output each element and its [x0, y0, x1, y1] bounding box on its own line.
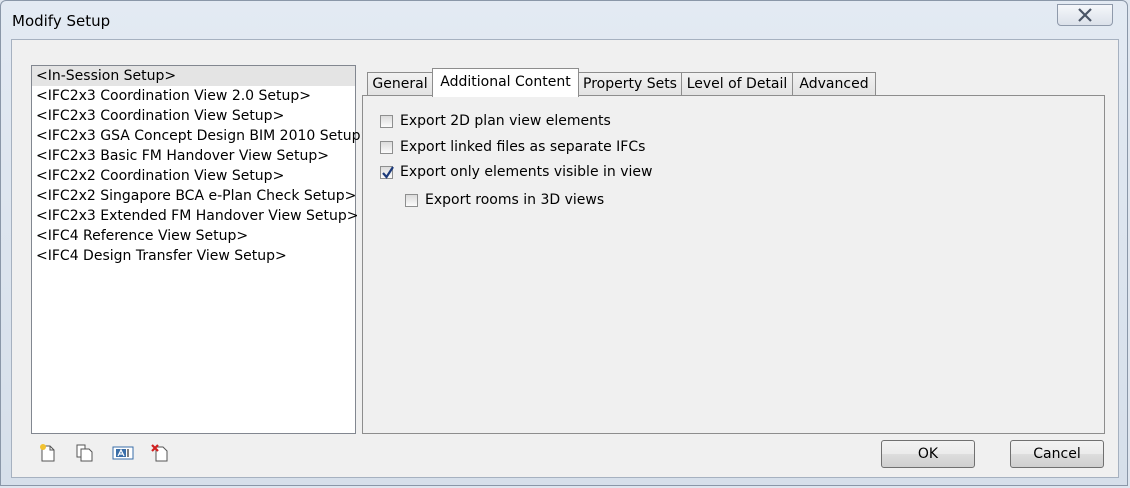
setup-list-item[interactable]: <IFC2x3 Extended FM Handover View Setup> — [32, 206, 358, 226]
setup-list-item[interactable]: <IFC2x3 GSA Concept Design BIM 2010 Setu… — [32, 126, 372, 146]
ok-button[interactable]: OK — [881, 440, 975, 468]
close-button[interactable] — [1057, 4, 1113, 26]
checkbox[interactable] — [380, 114, 393, 128]
new-setup-icon[interactable] — [38, 443, 58, 463]
title-bar: Modify Setup — [1, 1, 1127, 39]
tab-additional-content[interactable]: Additional Content — [432, 68, 579, 97]
duplicate-setup-icon[interactable] — [74, 443, 94, 463]
option-label: Export rooms in 3D views — [425, 192, 605, 208]
option-export-rooms-3d[interactable]: Export rooms in 3D views — [405, 190, 604, 210]
dialog-body: <In-Session Setup> <IFC2x3 Coordination … — [11, 39, 1119, 478]
option-label: Export only elements visible in view — [400, 164, 653, 180]
window-title: Modify Setup — [12, 12, 111, 30]
checkbox-checked[interactable] — [380, 165, 394, 179]
option-export-2d-plan[interactable]: Export 2D plan view elements — [380, 111, 611, 131]
option-export-linked-files[interactable]: Export linked files as separate IFCs — [380, 137, 645, 157]
option-label: Export 2D plan view elements — [400, 113, 611, 129]
tab-property-sets[interactable]: Property Sets — [578, 72, 682, 96]
delete-setup-icon[interactable] — [150, 443, 170, 463]
tab-general[interactable]: General — [367, 72, 433, 96]
cancel-button[interactable]: Cancel — [1010, 440, 1104, 468]
setup-list-item[interactable]: <IFC2x3 Coordination View Setup> — [32, 106, 355, 126]
setup-list-item[interactable]: <IFC4 Reference View Setup> — [32, 226, 355, 246]
close-icon — [1078, 8, 1092, 22]
setup-list-item[interactable]: <In-Session Setup> — [32, 66, 355, 86]
setup-list[interactable]: <In-Session Setup> <IFC2x3 Coordination … — [31, 65, 372, 434]
setup-list-item[interactable]: <IFC4 Design Transfer View Setup> — [32, 246, 355, 266]
setup-list-item[interactable]: <IFC2x2 Singapore BCA e-Plan Check Setup… — [32, 186, 356, 206]
rename-setup-icon[interactable] — [112, 443, 134, 463]
option-export-visible-only[interactable]: Export only elements visible in view — [380, 162, 652, 182]
checkmark-icon — [382, 165, 394, 179]
setup-list-item[interactable]: <IFC2x2 Coordination View Setup> — [32, 166, 355, 186]
setup-list-item[interactable]: <IFC2x3 Coordination View 2.0 Setup> — [32, 86, 355, 106]
tab-level-of-detail[interactable]: Level of Detail — [681, 72, 793, 96]
tab-advanced[interactable]: Advanced — [792, 72, 876, 96]
modify-setup-dialog: Modify Setup <In-Session Setup> <IFC2x3 … — [0, 0, 1128, 486]
option-label: Export linked files as separate IFCs — [400, 139, 646, 155]
tab-panel-additional-content: Export 2D plan view elements Export link… — [362, 95, 1105, 434]
checkbox[interactable] — [405, 193, 418, 207]
setup-list-item[interactable]: <IFC2x3 Basic FM Handover View Setup> — [32, 146, 355, 166]
checkbox[interactable] — [380, 140, 393, 154]
